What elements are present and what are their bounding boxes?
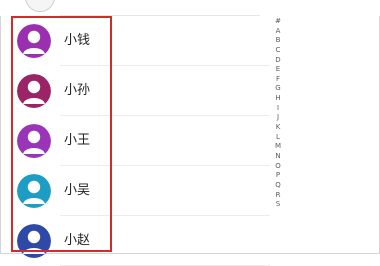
index-letter[interactable]: #	[272, 17, 284, 27]
person-icon	[17, 74, 51, 108]
contact-name: 小赵	[64, 233, 91, 248]
index-letter[interactable]: Q	[272, 181, 284, 191]
index-letter[interactable]: J	[272, 113, 284, 123]
index-letter[interactable]: A	[272, 27, 284, 37]
index-letter[interactable]: K	[272, 123, 284, 133]
contact-item[interactable]: 小王	[0, 116, 270, 166]
index-letter[interactable]: R	[272, 191, 284, 201]
index-letter[interactable]: L	[272, 133, 284, 143]
contact-name: 小吴	[64, 183, 91, 198]
index-letter[interactable]: I	[272, 104, 284, 114]
index-letter[interactable]: E	[272, 65, 284, 75]
index-letter[interactable]: M	[272, 142, 284, 152]
index-letter[interactable]: N	[272, 152, 284, 162]
avatar	[17, 124, 51, 158]
person-icon	[17, 24, 51, 58]
person-icon	[17, 124, 51, 158]
partial-previous-row	[0, 0, 380, 16]
index-letter[interactable]: S	[272, 200, 284, 210]
contact-name: 小钱	[64, 33, 91, 48]
avatar	[17, 74, 51, 108]
index-letter[interactable]: P	[272, 171, 284, 181]
index-letter[interactable]: C	[272, 46, 284, 56]
person-icon	[17, 224, 51, 258]
contact-item[interactable]: 小吴	[0, 166, 270, 216]
contact-name: 小王	[64, 133, 91, 148]
index-letter[interactable]: O	[272, 162, 284, 172]
index-letter[interactable]: H	[272, 94, 284, 104]
contact-item[interactable]: 小赵	[0, 216, 270, 266]
avatar	[17, 24, 51, 58]
avatar	[17, 224, 51, 258]
alphabet-index-bar[interactable]: # A B C D E F G H I J K L M N O P Q R S	[272, 17, 284, 210]
index-letter[interactable]: G	[272, 84, 284, 94]
index-letter[interactable]: D	[272, 56, 284, 66]
contact-item[interactable]: 小钱	[0, 16, 270, 66]
contact-list: 小钱 小孙 小王 小吴 小赵	[0, 16, 270, 266]
index-letter[interactable]: F	[272, 75, 284, 85]
contact-name: 小孙	[64, 83, 91, 98]
avatar-partial	[25, 0, 55, 12]
avatar	[17, 174, 51, 208]
contact-item[interactable]: 小孙	[0, 66, 270, 116]
person-icon	[17, 174, 51, 208]
index-letter[interactable]: B	[272, 36, 284, 46]
